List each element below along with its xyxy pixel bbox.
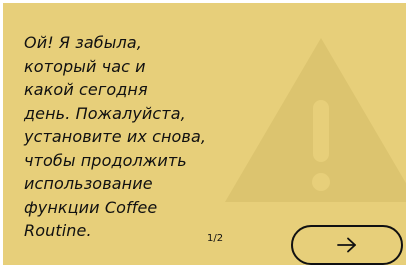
warning-triangle-icon bbox=[225, 38, 406, 202]
screen-panel: Ой! Я забыла, который час и какой сегодн… bbox=[6, 6, 406, 265]
page-indicator: 1/2 bbox=[207, 233, 224, 244]
next-button[interactable] bbox=[291, 225, 403, 265]
coffee-routine-error-screen: Ой! Я забыла, который час и какой сегодн… bbox=[0, 0, 409, 268]
arrow-right-icon bbox=[337, 237, 356, 253]
reset-time-message: Ой! Я забыла, который час и какой сегодн… bbox=[24, 33, 207, 240]
